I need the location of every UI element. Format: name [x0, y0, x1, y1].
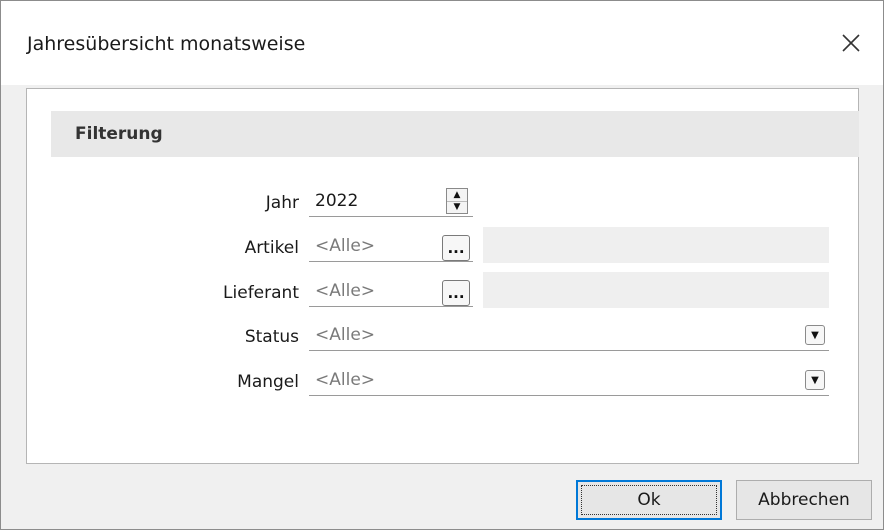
chevron-down-icon: ▼ [811, 374, 819, 386]
group-header: Filterung [51, 111, 859, 157]
title-bar: Jahresübersicht monatsweise [1, 1, 883, 85]
chevron-down-icon: ▼ [811, 329, 819, 341]
cancel-button-label: Abbrechen [758, 490, 850, 510]
window-title: Jahresübersicht monatsweise [27, 33, 306, 55]
group-label: Filterung [75, 124, 163, 144]
status-dropdown-button[interactable]: ▼ [805, 325, 825, 345]
arrow-down-icon: ▼ [453, 201, 461, 212]
spin-down-button[interactable]: ▼ [447, 201, 467, 213]
arrow-up-icon: ▲ [453, 189, 461, 200]
mangel-label: Mangel [237, 372, 299, 392]
dialog-window: Jahresübersicht monatsweise Filterung Ja… [0, 0, 884, 530]
content-panel: Filterung Jahr 2022 ▲ ▼ Artikel <Alle> .… [26, 88, 859, 464]
close-button[interactable] [833, 25, 869, 61]
artikel-label: Artikel [244, 238, 299, 258]
mangel-select[interactable]: <Alle> [309, 364, 829, 396]
lieferant-label: Lieferant [223, 283, 299, 303]
focus-indicator [581, 485, 717, 515]
lieferant-description [483, 272, 829, 308]
close-icon [842, 34, 860, 52]
status-select[interactable]: <Alle> [309, 319, 829, 351]
lieferant-select-button[interactable]: ... [442, 280, 470, 306]
ok-button[interactable]: Ok [576, 480, 722, 520]
status-label: Status [244, 327, 299, 347]
artikel-select-button[interactable]: ... [442, 235, 470, 261]
artikel-description [483, 227, 829, 263]
jahr-spinner[interactable]: ▲ ▼ [446, 188, 468, 214]
mangel-dropdown-button[interactable]: ▼ [805, 370, 825, 390]
cancel-button[interactable]: Abbrechen [736, 480, 872, 520]
jahr-label: Jahr [265, 193, 299, 213]
